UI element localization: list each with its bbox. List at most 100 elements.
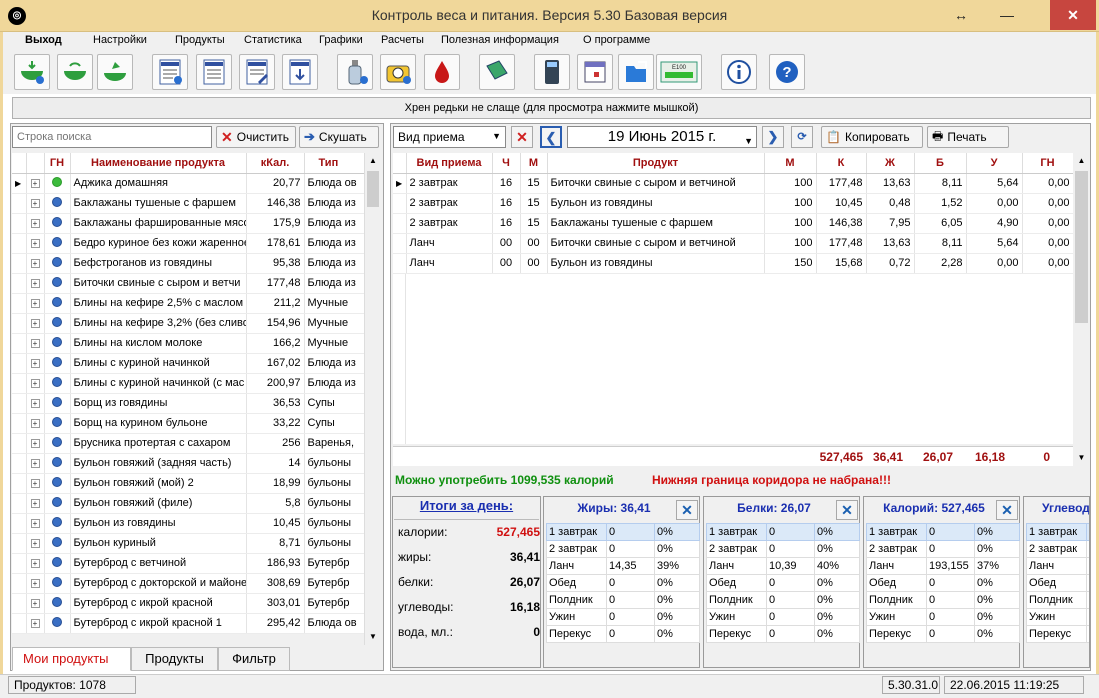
plus-icon[interactable]: +	[30, 219, 40, 228]
scroll-down-icon[interactable]: ▼	[1073, 450, 1090, 466]
product-row[interactable]: + Бутерброд с икрой красной 303,01 Бутербр	[12, 593, 365, 614]
calculator-button[interactable]	[534, 54, 570, 90]
expand-icon[interactable]: +	[26, 413, 45, 434]
breakdown-row[interactable]: Перекус 0 0%	[546, 625, 700, 643]
breakdown-row[interactable]: 2 завтрак	[1026, 540, 1089, 558]
menu-graphs[interactable]: Графики	[319, 34, 363, 46]
restore-icon[interactable]: ↔	[938, 0, 984, 30]
tab-my-products[interactable]: Мои продукты	[12, 647, 131, 671]
daily-summary-title[interactable]: Итоги за день:	[392, 498, 541, 513]
breakdown-row[interactable]: 2 завтрак 0 0%	[706, 540, 860, 558]
expand-icon[interactable]: +	[26, 353, 45, 374]
breakdown-row[interactable]: Обед 0 0%	[866, 574, 1020, 592]
breakdown-row[interactable]: Полдник 0 0%	[706, 591, 860, 609]
column-header-fat[interactable]: Ж	[866, 153, 915, 174]
column-header-gn[interactable]: ГН	[1022, 153, 1074, 174]
plus-icon[interactable]: +	[30, 579, 40, 588]
scroll-up-icon[interactable]: ▲	[365, 153, 381, 169]
expand-icon[interactable]: +	[26, 433, 45, 454]
minimize-button[interactable]: —	[984, 0, 1030, 30]
eat-button[interactable]: ➔ Скушать	[299, 126, 379, 148]
product-row[interactable]: + Бульон говяжий (мой) 2 18,99 бульоны	[12, 473, 365, 494]
product-row[interactable]: + Биточки свиные с сыром и ветчи 177,48 Блю…	[12, 273, 365, 294]
expand-icon[interactable]: +	[26, 293, 45, 314]
product-row[interactable]: + Блины на кефире 2,5% с маслом 211,2 Мучны…	[12, 293, 365, 314]
plus-icon[interactable]: +	[30, 439, 40, 448]
expand-icon[interactable]: +	[26, 233, 45, 254]
clear-button[interactable]: ✕ Очистить	[216, 126, 296, 148]
product-row[interactable]: ▶ + Аджика домашняя 20,77 Блюда ов	[12, 173, 365, 194]
column-header-product[interactable]: Продукт	[547, 153, 765, 174]
close-icon[interactable]: ✕	[676, 500, 698, 520]
breakdown-row[interactable]: 2 завтрак 0 0%	[866, 540, 1020, 558]
diary-row[interactable]: 2 завтрак 16 15 Бульон из говядины 100 10,45 0…	[393, 193, 1074, 214]
plus-icon[interactable]: +	[30, 519, 40, 528]
expand-icon[interactable]: +	[26, 333, 45, 354]
plus-icon[interactable]: +	[30, 359, 40, 368]
refresh-dish-button[interactable]	[57, 54, 93, 90]
column-header-mass[interactable]: М	[764, 153, 817, 174]
edit-dish-button[interactable]	[97, 54, 133, 90]
search-input[interactable]	[12, 126, 212, 148]
tab-filter[interactable]: Фильтр	[218, 647, 290, 671]
product-row[interactable]: + Бульон из говядины 10,45 бульоны	[12, 513, 365, 534]
column-header-gn[interactable]: ГН	[44, 153, 71, 174]
breakdown-row[interactable]: 1 завтрак 0 0%	[706, 523, 860, 541]
expand-icon[interactable]: +	[26, 533, 45, 554]
prev-day-button[interactable]: ❮	[540, 126, 562, 148]
breakdown-row[interactable]: Ланч	[1026, 557, 1089, 575]
expand-icon[interactable]: +	[26, 613, 45, 634]
menu-calculations[interactable]: Расчеты	[381, 34, 424, 46]
menu-products[interactable]: Продукты	[175, 34, 225, 46]
breakdown-row[interactable]: Перекус 0 0%	[706, 625, 860, 643]
breakdown-row[interactable]: Ужин	[1026, 608, 1089, 626]
plus-icon[interactable]: +	[30, 559, 40, 568]
new-menu-button[interactable]	[152, 54, 188, 90]
diary-scrollbar[interactable]: ▲ ▼	[1073, 153, 1090, 466]
plus-icon[interactable]: +	[30, 379, 40, 388]
plus-icon[interactable]: +	[30, 419, 40, 428]
refresh-button[interactable]: ⟳	[791, 126, 813, 148]
scroll-down-icon[interactable]: ▼	[365, 629, 381, 645]
expand-icon[interactable]: +	[26, 213, 45, 234]
plus-icon[interactable]: +	[30, 259, 40, 268]
notes-button[interactable]	[479, 54, 515, 90]
product-row[interactable]: + Блины на кислом молоке 166,2 Мучные	[12, 333, 365, 354]
breakdown-row[interactable]: Полдник 0 0%	[546, 591, 700, 609]
edit-menu-button[interactable]	[239, 54, 275, 90]
diary-row[interactable]: Ланч 00 00 Бульон из говядины 150 15,68 0,72 2,…	[393, 253, 1074, 274]
breakdown-row[interactable]: Ланч 193,155 37%	[866, 557, 1020, 575]
column-header-product-name[interactable]: Наименование продукта	[70, 153, 247, 174]
menu-about[interactable]: О программе	[583, 34, 650, 46]
product-row[interactable]: + Бутерброд с икрой красной 1 295,42 Блюда …	[12, 613, 365, 634]
product-row[interactable]: + Бутерброд с ветчиной 186,93 Бутербр	[12, 553, 365, 574]
plus-icon[interactable]: +	[30, 399, 40, 408]
plus-icon[interactable]: +	[30, 239, 40, 248]
plus-icon[interactable]: +	[30, 539, 40, 548]
products-scrollbar[interactable]: ▲ ▼	[364, 153, 381, 645]
plus-icon[interactable]: +	[30, 499, 40, 508]
product-row[interactable]: + Бутерброд с докторской и майоне 308,69 Бу…	[12, 573, 365, 594]
close-icon[interactable]: ✕	[836, 500, 858, 520]
breakdown-row[interactable]: Ланч 14,35 39%	[546, 557, 700, 575]
tip-bar[interactable]: Хрен редьки не слаще (для просмотра нажм…	[12, 97, 1091, 119]
expand-icon[interactable]: +	[26, 173, 45, 194]
product-row[interactable]: + Брусника протертая с сахаром 256 Варенья,	[12, 433, 365, 454]
expand-icon[interactable]: +	[26, 473, 45, 494]
plus-icon[interactable]: +	[30, 279, 40, 288]
product-row[interactable]: + Бульон говяжий (задняя часть) 14 бульоны	[12, 453, 365, 474]
breakdown-row[interactable]: Ланч 10,39 40%	[706, 557, 860, 575]
breakdown-row[interactable]: Полдник	[1026, 591, 1089, 609]
import-menu-button[interactable]	[282, 54, 318, 90]
product-row[interactable]: + Блины с куриной начинкой 167,02 Блюда из	[12, 353, 365, 374]
plus-icon[interactable]: +	[30, 619, 40, 628]
expand-icon[interactable]: +	[26, 553, 45, 574]
meal-type-select[interactable]: Вид приема ▼	[393, 126, 506, 148]
expand-icon[interactable]: +	[26, 393, 45, 414]
breakdown-row[interactable]: Полдник 0 0%	[866, 591, 1020, 609]
breakdown-row[interactable]: 1 завтрак	[1026, 523, 1089, 541]
plus-icon[interactable]: +	[30, 479, 40, 488]
breakdown-row[interactable]: Ужин 0 0%	[706, 608, 860, 626]
column-header-meal[interactable]: Вид приема	[406, 153, 493, 174]
breakdown-row[interactable]: 1 завтрак 0 0%	[546, 523, 700, 541]
